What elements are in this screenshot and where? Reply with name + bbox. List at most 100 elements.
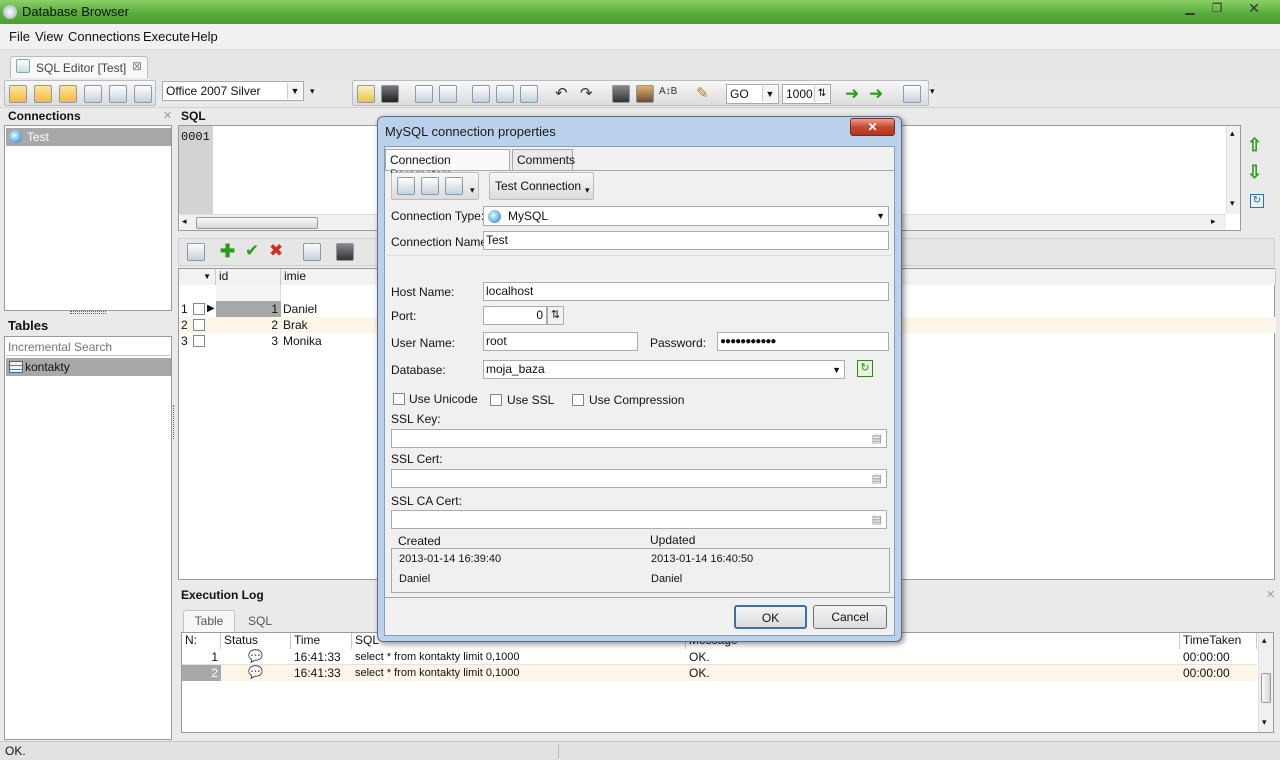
connection-item-test[interactable]: Test xyxy=(6,128,171,146)
cancel-button[interactable]: Cancel xyxy=(813,605,887,629)
refresh-databases-icon[interactable]: ↻ xyxy=(857,360,873,377)
table-view-button[interactable] xyxy=(84,85,102,103)
row-checkbox[interactable] xyxy=(193,303,205,315)
print-preview-button[interactable] xyxy=(134,85,152,103)
redo-icon[interactable]: ↷ xyxy=(580,84,593,102)
use-compression-checkbox[interactable] xyxy=(572,394,584,406)
sort-az-icon[interactable]: A↕B xyxy=(659,86,677,97)
scroll-down-icon[interactable]: ▾ xyxy=(1262,717,1267,728)
test-connection-button[interactable]: Test Connection xyxy=(495,179,581,193)
delete-row-icon[interactable]: ✖ xyxy=(269,241,283,261)
log-tab-table[interactable]: Table xyxy=(183,610,235,632)
browse-file-icon[interactable]: ▤ xyxy=(872,512,882,529)
scroll-down-icon[interactable]: ▾ xyxy=(1230,198,1235,209)
splitter-handle[interactable] xyxy=(70,311,106,314)
ssl-key-field[interactable]: ▤ xyxy=(391,429,887,448)
ok-button[interactable]: OK xyxy=(734,605,807,629)
maximize-button[interactable]: ❐ xyxy=(1203,1,1231,17)
undo-icon[interactable]: ↶ xyxy=(555,84,568,102)
row-checkbox[interactable] xyxy=(193,319,205,331)
browse-file-icon[interactable]: ▤ xyxy=(872,431,882,448)
refresh-icon[interactable]: ↻ xyxy=(1250,194,1264,208)
paste-icon[interactable] xyxy=(520,85,538,103)
theme-select[interactable]: Office 2007 Silver ▼ xyxy=(162,81,304,101)
cut-icon[interactable] xyxy=(472,85,490,103)
menu-file[interactable]: File xyxy=(9,29,30,44)
save-icon[interactable] xyxy=(381,85,399,103)
scroll-thumb[interactable] xyxy=(1261,673,1271,703)
password-field[interactable]: ●●●●●●●●●●● xyxy=(717,332,889,351)
dialog-close-button[interactable]: ✕ xyxy=(850,118,895,136)
minimize-button[interactable]: ▁ xyxy=(1176,1,1204,17)
export-connection-icon[interactable] xyxy=(445,177,463,195)
close-panel-icon[interactable]: ✕ xyxy=(1266,588,1275,601)
row-limit-stepper[interactable]: 1000 ⇅ xyxy=(782,84,831,104)
copy-icon[interactable] xyxy=(496,85,514,103)
tab-sql-editor[interactable]: SQL Editor [Test] ⊠ xyxy=(10,56,148,78)
log-row[interactable]: 2 💬 16:41:33 select * from kontakty limi… xyxy=(182,665,1257,681)
add-row-icon[interactable]: ✚ xyxy=(220,241,235,262)
cell-id[interactable]: 3 xyxy=(216,334,278,349)
menu-view[interactable]: View xyxy=(35,29,63,44)
toolbar-overflow-icon[interactable]: ▾ xyxy=(930,86,935,97)
sql-options-icon[interactable] xyxy=(903,85,921,103)
use-unicode-checkbox[interactable] xyxy=(393,393,405,405)
user-name-field[interactable]: root xyxy=(483,332,638,351)
grid-copy-icon[interactable] xyxy=(303,243,321,261)
globe-button[interactable] xyxy=(34,85,52,103)
use-ssl-checkbox[interactable] xyxy=(490,394,502,406)
commit-icon[interactable]: ✔ xyxy=(245,241,259,261)
connection-type-select[interactable]: MySQL ▼ xyxy=(483,206,889,226)
toolbar-overflow-icon[interactable]: ▾ xyxy=(585,185,590,196)
menu-help[interactable]: Help xyxy=(191,29,218,44)
scroll-up-icon[interactable]: ▴ xyxy=(1230,128,1235,139)
close-button[interactable]: ✕ xyxy=(1240,1,1268,17)
scroll-right-icon[interactable]: ▸ xyxy=(1211,216,1216,227)
log-row[interactable]: 1 💬 16:41:33 select * from kontakty limi… xyxy=(182,649,1257,665)
close-panel-icon[interactable]: ✕ xyxy=(163,109,172,122)
toolbar-overflow-icon[interactable]: ▾ xyxy=(470,185,475,196)
execute-mode-select[interactable]: GO ▼ xyxy=(726,84,779,104)
port-field[interactable]: 0 xyxy=(483,306,547,325)
tables-search-input[interactable] xyxy=(6,338,170,356)
log-column-timetaken[interactable]: TimeTaken xyxy=(1180,633,1257,649)
log-tab-sql[interactable]: SQL xyxy=(248,614,272,628)
filter-row[interactable] xyxy=(216,285,281,301)
menu-connections[interactable]: Connections xyxy=(68,29,140,44)
host-name-field[interactable]: localhost xyxy=(483,282,889,301)
execute-icon[interactable]: ➜ xyxy=(845,84,859,104)
toolbar-overflow-icon[interactable]: ▾ xyxy=(310,86,315,97)
move-down-icon[interactable]: ⇩ xyxy=(1247,162,1262,183)
vertical-scrollbar[interactable]: ▴ ▾ xyxy=(1226,126,1240,214)
log-vertical-scrollbar[interactable]: ▴ ▾ xyxy=(1258,633,1273,732)
connection-name-field[interactable]: Test xyxy=(483,231,889,250)
cell-imie[interactable]: Daniel xyxy=(283,302,317,317)
print-icon[interactable] xyxy=(415,85,433,103)
print-preview-icon[interactable] xyxy=(439,85,457,103)
log-column-n[interactable]: N: xyxy=(182,633,221,649)
tab-connection-parameters[interactable]: Connection Parameters xyxy=(385,149,510,181)
menu-execute[interactable]: Execute xyxy=(143,29,190,44)
open-folder-icon[interactable] xyxy=(357,85,375,103)
ssl-ca-cert-field[interactable]: ▤ xyxy=(391,510,887,529)
new-connection-icon[interactable] xyxy=(397,177,415,195)
sql-editor-button[interactable] xyxy=(9,85,27,103)
cell-imie[interactable]: Brak xyxy=(283,318,308,333)
database-select[interactable]: moja_baza ▼ xyxy=(483,360,845,379)
cell-id[interactable]: 1 xyxy=(216,301,281,317)
move-up-icon[interactable]: ⇧ xyxy=(1247,135,1262,156)
port-stepper-icon[interactable]: ⇅ xyxy=(547,306,564,325)
find-icon[interactable] xyxy=(612,85,630,103)
grid-refresh-icon[interactable] xyxy=(187,243,205,261)
stepper-icon[interactable]: ⇅ xyxy=(814,86,829,102)
comments-button[interactable] xyxy=(59,85,77,103)
export-button[interactable] xyxy=(109,85,127,103)
browse-file-icon[interactable]: ▤ xyxy=(872,471,882,488)
column-header-id[interactable]: id xyxy=(216,269,281,285)
scroll-up-icon[interactable]: ▴ xyxy=(1262,635,1267,646)
row-checkbox[interactable] xyxy=(193,335,205,347)
log-column-time[interactable]: Time xyxy=(291,633,352,649)
broom-icon[interactable]: ✎ xyxy=(696,84,709,102)
vertical-splitter[interactable] xyxy=(173,405,176,439)
find-replace-icon[interactable] xyxy=(636,85,654,103)
